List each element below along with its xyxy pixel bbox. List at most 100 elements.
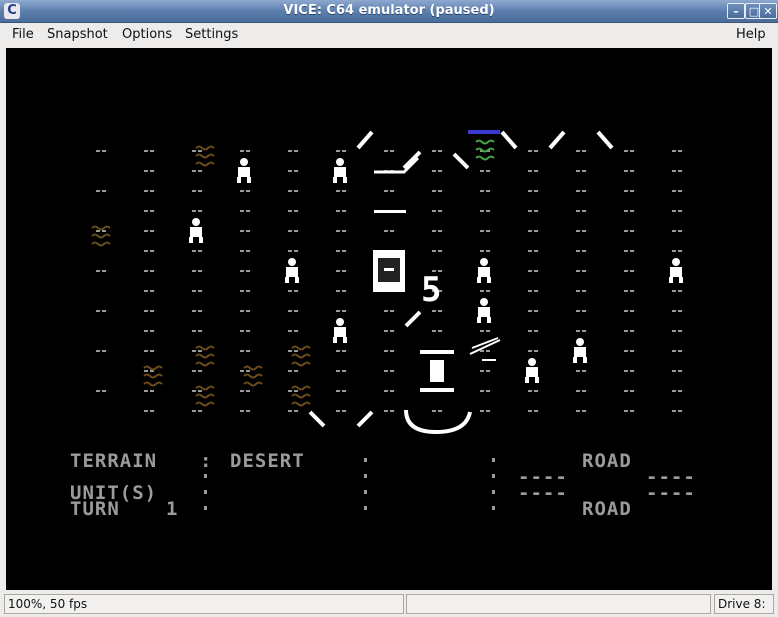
terrain-dot — [630, 230, 634, 232]
unit-leg — [573, 357, 577, 363]
terrain-dot — [288, 250, 292, 252]
unit-head — [288, 258, 296, 266]
unit-leg — [237, 177, 241, 183]
terrain-dot — [582, 270, 586, 272]
road-curve — [404, 409, 472, 435]
terrain-dot — [630, 290, 634, 292]
status-bar: 100%, 50 fps Drive 8: — [0, 591, 778, 617]
unit-body-icon — [526, 367, 538, 377]
terrain-dot — [336, 230, 340, 232]
terrain-dot — [342, 190, 346, 192]
ridge-line — [404, 310, 422, 328]
terrain-dot — [288, 390, 292, 392]
terrain-dot — [486, 390, 490, 392]
terrain-dot — [102, 350, 106, 352]
unit-head — [192, 218, 200, 226]
terrain-dot — [582, 310, 586, 312]
terrain-dot — [144, 230, 148, 232]
terrain-dot — [294, 410, 298, 412]
terrain-dot — [432, 230, 436, 232]
unit-body-icon — [574, 347, 586, 357]
terrain-dot — [486, 170, 490, 172]
drive-indicator[interactable]: Drive 8: — [714, 594, 774, 614]
bush-icon — [91, 241, 111, 247]
terrain-dot — [288, 290, 292, 292]
terrain-dot — [582, 410, 586, 412]
minimize-button[interactable]: – — [727, 3, 745, 19]
panel-separator — [204, 474, 207, 478]
terrain-dot — [336, 290, 340, 292]
terrain-dot — [342, 370, 346, 372]
unit-leg — [343, 337, 347, 343]
terrain-dot — [246, 210, 250, 212]
title-bar: C VICE: C64 emulator (paused) – □ ✕ — [0, 0, 778, 23]
terrain-dot — [192, 410, 196, 412]
unit-head — [240, 158, 248, 166]
menu-snapshot[interactable]: Snapshot — [47, 27, 108, 42]
terrain-dot — [528, 350, 532, 352]
terrain-dot — [246, 330, 250, 332]
unit-body-icon — [190, 227, 202, 237]
menu-file[interactable]: File — [12, 27, 34, 42]
bush-icon — [291, 361, 311, 367]
terrain-dot — [678, 350, 682, 352]
terrain-dot — [336, 350, 340, 352]
menu-options[interactable]: Options — [122, 27, 172, 42]
terrain-dot — [534, 230, 538, 232]
terrain-dot — [150, 150, 154, 152]
terrain-dot — [144, 390, 148, 392]
terrain-dot — [342, 270, 346, 272]
terrain-dot — [582, 290, 586, 292]
terrain-dot — [144, 270, 148, 272]
terrain-dot — [144, 290, 148, 292]
unit-leg — [679, 277, 683, 283]
terrain-dot — [288, 230, 292, 232]
terrain-dot — [198, 410, 202, 412]
terrain-dot — [624, 310, 628, 312]
terrain-dot — [480, 230, 484, 232]
terrain-dot — [630, 150, 634, 152]
road-bottom-label: ROAD — [582, 498, 632, 520]
terrain-dot — [150, 210, 154, 212]
terrain-dot — [624, 390, 628, 392]
terrain-dot — [438, 210, 442, 212]
terrain-dot — [192, 310, 196, 312]
terrain-dot — [672, 290, 676, 292]
terrain-dot — [192, 250, 196, 252]
bush-icon — [195, 161, 215, 167]
water-icon — [475, 147, 495, 153]
terrain-dot — [192, 210, 196, 212]
terrain-dot — [534, 330, 538, 332]
terrain-dot — [294, 390, 298, 392]
terrain-dot — [384, 410, 388, 412]
terrain-dot — [198, 210, 202, 212]
menu-settings[interactable]: Settings — [185, 27, 238, 42]
close-button[interactable]: ✕ — [759, 3, 777, 19]
unit-leg — [295, 277, 299, 283]
unit-leg — [199, 237, 203, 243]
terrain-dot — [342, 390, 346, 392]
city-detail — [384, 268, 394, 271]
turn-label: TURN — [70, 498, 120, 520]
terrain-dot — [150, 330, 154, 332]
terrain-dot — [624, 250, 628, 252]
terrain-dot — [240, 390, 244, 392]
terrain-dot — [288, 190, 292, 192]
panel-separator — [492, 506, 495, 510]
terrain-dot — [576, 410, 580, 412]
terrain-dot — [294, 210, 298, 212]
terrain-dot — [96, 270, 100, 272]
menu-help[interactable]: Help — [736, 27, 766, 42]
terrain-dot — [528, 190, 532, 192]
terrain-dot — [432, 410, 436, 412]
terrain-dot — [624, 170, 628, 172]
terrain-dot — [432, 330, 436, 332]
terrain-dot — [144, 150, 148, 152]
road-dash-3: ---- — [518, 482, 568, 504]
terrain-separator: : — [200, 450, 213, 472]
terrain-dot — [672, 390, 676, 392]
fort-base — [420, 388, 454, 392]
emulator-screen[interactable]: 5 TERRAIN : DESERT UNIT(S) TURN 1 ROAD R… — [6, 48, 772, 590]
terrain-dot — [294, 230, 298, 232]
unit-leg — [669, 277, 673, 283]
